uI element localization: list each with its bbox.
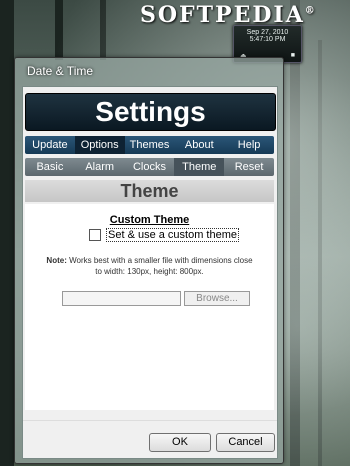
- submenu-item-reset[interactable]: Reset: [224, 158, 274, 176]
- submenu-item-basic[interactable]: Basic: [25, 158, 75, 176]
- browse-button[interactable]: Browse...: [184, 291, 250, 306]
- window-title: Date & Time: [27, 64, 94, 78]
- menu-item-update[interactable]: Update: [25, 136, 75, 154]
- menu-item-options[interactable]: Options: [74, 136, 125, 154]
- custom-theme-checkbox-label[interactable]: Set & use a custom theme: [106, 228, 240, 242]
- menu-item-themes[interactable]: Themes: [125, 136, 175, 154]
- section-title: Theme: [25, 180, 274, 202]
- dialog-footer: OK Cancel: [23, 420, 277, 458]
- ok-button[interactable]: OK: [149, 433, 211, 452]
- menu-item-about[interactable]: About: [174, 136, 224, 154]
- theme-note: Note: Works best with a smaller file wit…: [45, 255, 254, 277]
- theme-panel: Custom Theme Set & use a custom theme No…: [25, 204, 274, 410]
- window-titlebar[interactable]: Date & Time: [15, 58, 283, 84]
- settings-banner: Settings: [25, 93, 276, 131]
- settings-window: Date & Time Settings Update Options Themes…: [14, 57, 284, 464]
- submenu-item-alarm[interactable]: Alarm: [75, 158, 125, 176]
- submenu-item-clocks[interactable]: Clocks: [125, 158, 175, 176]
- custom-theme-heading: Custom Theme: [109, 214, 190, 226]
- options-submenu: Basic Alarm Clocks Theme Reset: [25, 158, 274, 176]
- note-label: Note:: [46, 256, 67, 265]
- window-content: Settings Update Options Themes About Help Ba…: [22, 86, 278, 459]
- note-text: Works best with a smaller file with dime…: [66, 256, 253, 276]
- main-menu: Update Options Themes About Help: [25, 136, 274, 154]
- menu-item-help[interactable]: Help: [224, 136, 274, 154]
- cancel-button[interactable]: Cancel: [216, 433, 275, 452]
- theme-file-input[interactable]: [62, 291, 181, 306]
- submenu-item-theme[interactable]: Theme: [174, 158, 225, 176]
- clock-time: 5:47:10 PM: [249, 36, 286, 43]
- floppy-icon[interactable]: ■: [291, 52, 295, 60]
- clock-date: Sep 27, 2010: [246, 29, 289, 36]
- custom-theme-checkbox[interactable]: [89, 229, 101, 241]
- custom-theme-checkbox-row[interactable]: Set & use a custom theme: [89, 228, 240, 242]
